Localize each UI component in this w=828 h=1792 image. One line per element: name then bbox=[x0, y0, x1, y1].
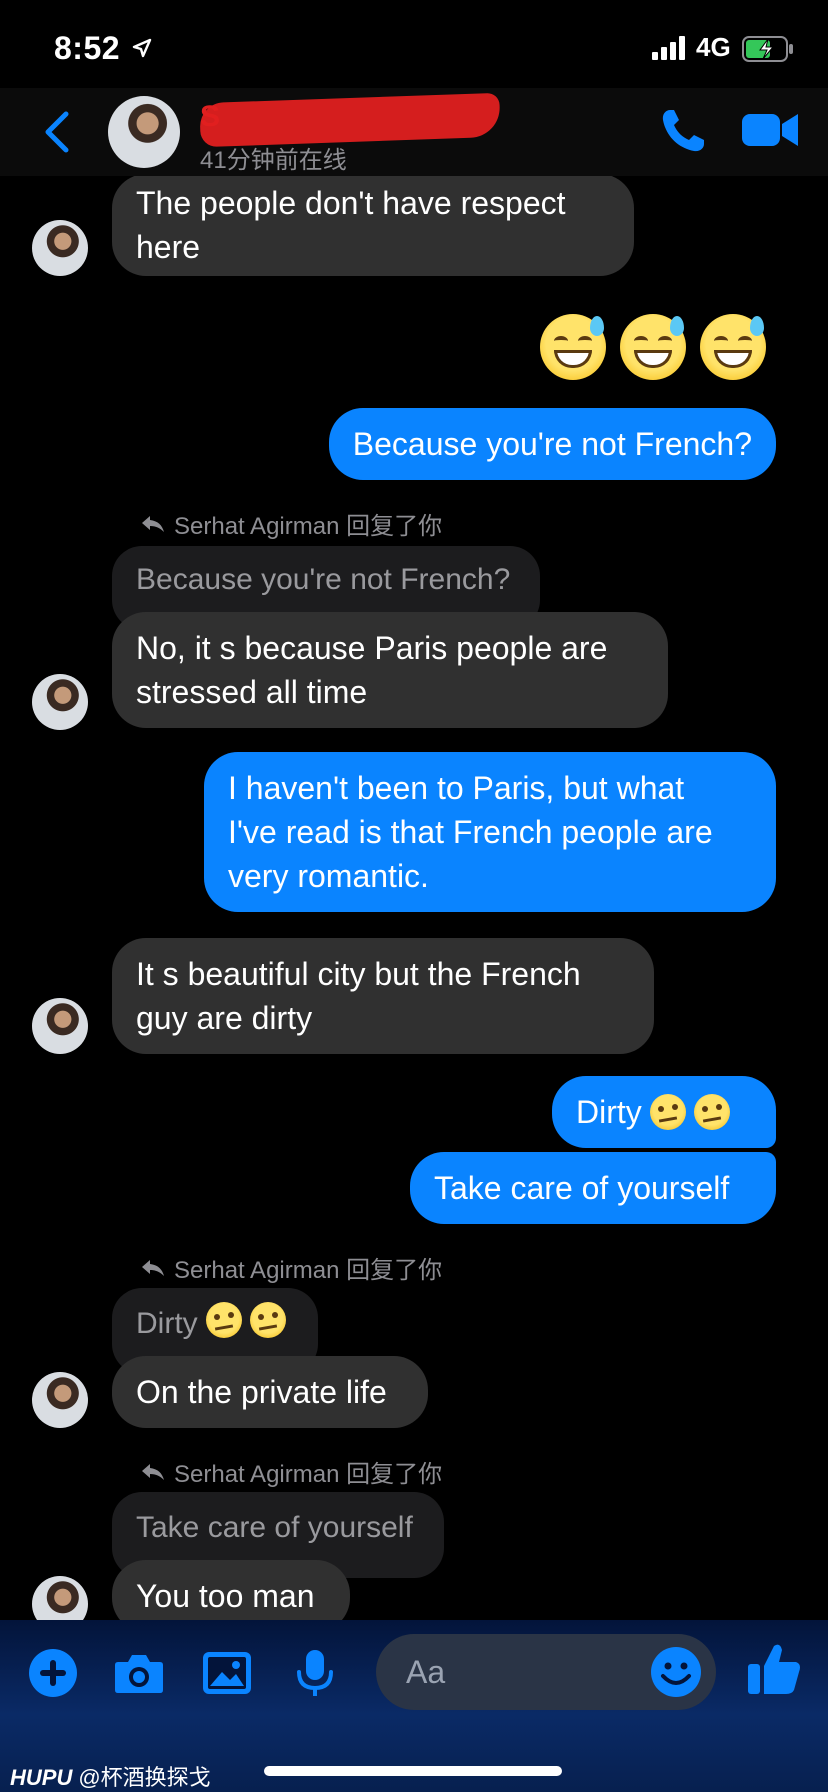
camera-icon[interactable] bbox=[112, 1646, 166, 1700]
reply-label-text: Serhat Agirman 回复了你 bbox=[174, 1461, 443, 1488]
conversation-header: S 41分钟前在线 bbox=[0, 88, 828, 176]
plus-icon[interactable] bbox=[26, 1646, 80, 1700]
watermark-user: @杯酒换探戈 bbox=[78, 1765, 211, 1790]
reply-label: Serhat Agirman 回复了你 bbox=[140, 1250, 442, 1285]
quoted-text: Dirty bbox=[136, 1307, 198, 1340]
photo-icon[interactable] bbox=[200, 1646, 254, 1700]
raised-eyebrow-emoji bbox=[649, 1094, 686, 1130]
watermark-brand: HUPU bbox=[10, 1765, 73, 1790]
sender-avatar[interactable] bbox=[32, 1372, 88, 1428]
message-input-placeholder: Aa bbox=[406, 1654, 446, 1690]
reply-label: Serhat Agirman 回复了你 bbox=[140, 1454, 442, 1489]
back-chevron-icon[interactable] bbox=[40, 110, 74, 154]
home-indicator[interactable] bbox=[264, 1766, 562, 1776]
grinning-sweat-emoji[interactable] bbox=[620, 314, 686, 380]
watermark: HUPU @杯酒换探戈 bbox=[10, 1760, 211, 1792]
sender-avatar[interactable] bbox=[32, 220, 88, 276]
status-bar: 8:52 4G bbox=[0, 0, 828, 100]
status-time: 8:52 bbox=[54, 30, 121, 66]
location-arrow-icon bbox=[132, 38, 152, 58]
reply-label-text: Serhat Agirman 回复了你 bbox=[174, 513, 443, 540]
thumbs-up-icon[interactable] bbox=[744, 1638, 804, 1698]
reply-arrow-icon bbox=[142, 515, 164, 532]
message-input[interactable]: Aa bbox=[376, 1634, 716, 1710]
message-text: Dirty bbox=[576, 1094, 642, 1130]
network-type: 4G bbox=[696, 32, 731, 62]
contact-avatar[interactable] bbox=[108, 96, 180, 168]
sender-avatar[interactable] bbox=[32, 1576, 88, 1620]
battery-charging-icon bbox=[742, 36, 793, 62]
phone-call-icon[interactable] bbox=[658, 106, 708, 156]
sender-avatar[interactable] bbox=[32, 998, 88, 1054]
reply-label: Serhat Agirman 回复了你 bbox=[140, 506, 442, 541]
outgoing-message[interactable]: Because you're not French? bbox=[328, 408, 776, 480]
raised-eyebrow-emoji bbox=[693, 1094, 730, 1130]
incoming-message[interactable]: You too man bbox=[112, 1560, 350, 1620]
reply-label-text: Serhat Agirman 回复了你 bbox=[174, 1257, 443, 1284]
signal-icon bbox=[652, 36, 685, 60]
message-list[interactable]: The people don't have respect here Becau… bbox=[0, 176, 828, 1620]
emoji-icon[interactable] bbox=[648, 1644, 704, 1700]
reply-arrow-icon bbox=[142, 1259, 164, 1276]
raised-eyebrow-emoji bbox=[205, 1302, 242, 1338]
incoming-message[interactable]: On the private life bbox=[112, 1356, 428, 1428]
last-seen-status: 41分钟前在线 bbox=[200, 147, 347, 174]
outgoing-message[interactable]: Dirty bbox=[552, 1076, 776, 1148]
microphone-icon[interactable] bbox=[288, 1646, 342, 1700]
raised-eyebrow-emoji bbox=[249, 1302, 286, 1338]
outgoing-message[interactable]: I haven't been to Paris, but what I've r… bbox=[204, 752, 776, 912]
reply-arrow-icon bbox=[142, 1463, 164, 1480]
incoming-message[interactable]: No, it s because Paris people are stress… bbox=[112, 612, 668, 728]
incoming-message[interactable]: The people don't have respect here bbox=[112, 176, 634, 276]
video-call-icon[interactable] bbox=[742, 110, 800, 150]
outgoing-message[interactable]: Take care of yourself bbox=[410, 1152, 776, 1224]
incoming-message[interactable]: It s beautiful city but the French guy a… bbox=[112, 938, 654, 1054]
sender-avatar[interactable] bbox=[32, 674, 88, 730]
message-composer: Aa HUPU @杯酒换探戈 bbox=[0, 1620, 828, 1792]
grinning-sweat-emoji[interactable] bbox=[700, 314, 766, 380]
grinning-sweat-emoji[interactable] bbox=[540, 314, 606, 380]
